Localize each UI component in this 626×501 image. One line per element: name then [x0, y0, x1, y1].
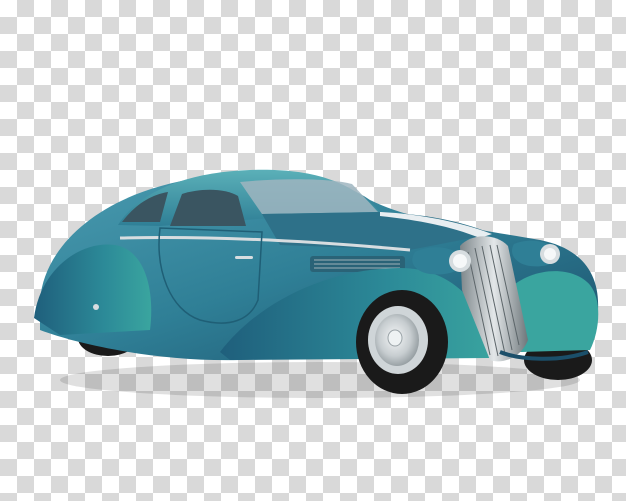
ground-shadow	[60, 362, 580, 398]
rear-fender	[34, 244, 152, 335]
door-handle	[235, 256, 253, 259]
transparency-checkerboard-background	[0, 0, 626, 501]
windshield	[240, 179, 378, 214]
car-illustration	[34, 169, 599, 398]
front-wheel	[356, 290, 448, 394]
left-headlight	[412, 247, 471, 275]
rear-fender-badge	[93, 304, 99, 310]
